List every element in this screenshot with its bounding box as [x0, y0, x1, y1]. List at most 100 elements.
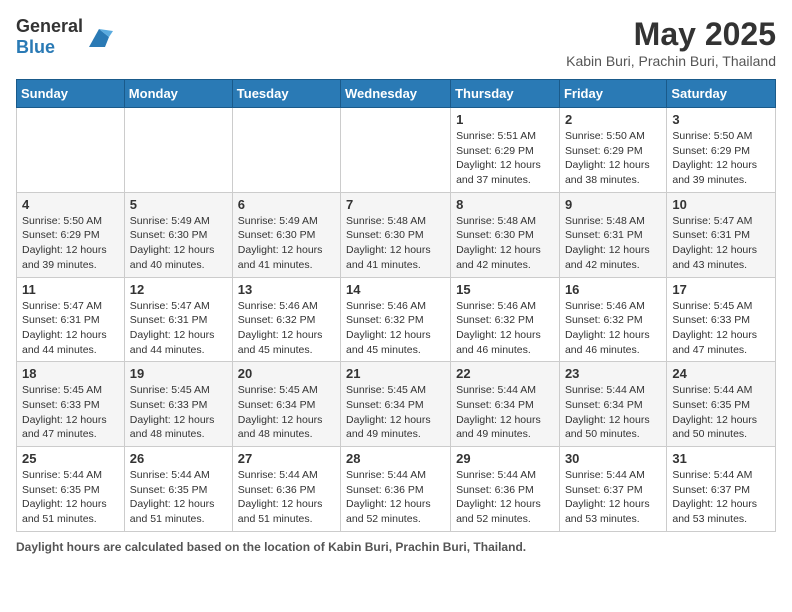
day-number: 18: [22, 366, 119, 381]
day-number: 11: [22, 282, 119, 297]
calendar-cell: 4 Sunrise: 5:50 AMSunset: 6:29 PMDaylight…: [17, 192, 125, 277]
day-info: Sunrise: 5:44 AMSunset: 6:36 PMDaylight:…: [346, 468, 445, 527]
day-number: 1: [456, 112, 554, 127]
day-number: 24: [672, 366, 770, 381]
day-number: 5: [130, 197, 227, 212]
day-info: Sunrise: 5:45 AMSunset: 6:33 PMDaylight:…: [672, 299, 770, 358]
calendar-cell: 24 Sunrise: 5:44 AMSunset: 6:35 PMDayligh…: [667, 362, 776, 447]
page-title: May 2025: [566, 16, 776, 53]
calendar-cell: 10 Sunrise: 5:47 AMSunset: 6:31 PMDayligh…: [667, 192, 776, 277]
calendar-header-row: SundayMondayTuesdayWednesdayThursdayFrid…: [17, 80, 776, 108]
day-info: Sunrise: 5:44 AMSunset: 6:37 PMDaylight:…: [672, 468, 770, 527]
calendar-cell: 20Sunrise: 5:45 AMSunset: 6:34 PMDayligh…: [232, 362, 340, 447]
col-header-saturday: Saturday: [667, 80, 776, 108]
day-info: Sunrise: 5:48 AMSunset: 6:30 PMDaylight:…: [456, 214, 554, 273]
day-info: Sunrise: 5:46 AMSunset: 6:32 PMDaylight:…: [238, 299, 335, 358]
day-number: 27: [238, 451, 335, 466]
calendar-cell: 3Sunrise: 5:50 AMSunset: 6:29 PMDaylight…: [667, 108, 776, 193]
day-info: Sunrise: 5:44 AMSunset: 6:35 PMDaylight:…: [22, 468, 119, 527]
day-number: 4: [22, 197, 119, 212]
calendar-cell: 19Sunrise: 5:45 AMSunset: 6:33 PMDayligh…: [124, 362, 232, 447]
day-info: Sunrise: 5:47 AMSunset: 6:31 PMDaylight:…: [130, 299, 227, 358]
day-info: Sunrise: 5:49 AMSunset: 6:30 PMDaylight:…: [130, 214, 227, 273]
day-info: Sunrise: 5:47 AMSunset: 6:31 PMDaylight:…: [672, 214, 770, 273]
logo: General Blue: [16, 16, 113, 58]
calendar-cell: 30 Sunrise: 5:44 AMSunset: 6:37 PMDayligh…: [559, 447, 666, 532]
day-number: 30: [565, 451, 661, 466]
calendar-cell: [17, 108, 125, 193]
calendar-cell: 29 Sunrise: 5:44 AMSunset: 6:36 PMDayligh…: [451, 447, 560, 532]
col-header-friday: Friday: [559, 80, 666, 108]
calendar-cell: 26Sunrise: 5:44 AMSunset: 6:35 PMDayligh…: [124, 447, 232, 532]
day-number: 22: [456, 366, 554, 381]
day-info: Sunrise: 5:46 AMSunset: 6:32 PMDaylight:…: [456, 299, 554, 358]
calendar-cell: 21 Sunrise: 5:45 AMSunset: 6:34 PMDayligh…: [341, 362, 451, 447]
day-number: 29: [456, 451, 554, 466]
day-number: 25: [22, 451, 119, 466]
day-number: 9: [565, 197, 661, 212]
calendar-cell: 17 Sunrise: 5:45 AMSunset: 6:33 PMDayligh…: [667, 277, 776, 362]
day-info: Sunrise: 5:44 AMSunset: 6:35 PMDaylight:…: [672, 383, 770, 442]
week-row-2: 4 Sunrise: 5:50 AMSunset: 6:29 PMDaylight…: [17, 192, 776, 277]
logo-blue-text: Blue: [16, 37, 55, 57]
day-number: 15: [456, 282, 554, 297]
calendar-cell: 15 Sunrise: 5:46 AMSunset: 6:32 PMDayligh…: [451, 277, 560, 362]
col-header-wednesday: Wednesday: [341, 80, 451, 108]
week-row-1: 1 Sunrise: 5:51 AMSunset: 6:29 PMDaylight…: [17, 108, 776, 193]
day-info: Sunrise: 5:47 AMSunset: 6:31 PMDaylight:…: [22, 299, 119, 358]
col-header-monday: Monday: [124, 80, 232, 108]
logo-icon: [85, 23, 113, 51]
day-info: Sunrise: 5:50 AMSunset: 6:29 PMDaylight:…: [22, 214, 119, 273]
calendar-cell: 12 Sunrise: 5:47 AMSunset: 6:31 PMDayligh…: [124, 277, 232, 362]
day-info: Sunrise: 5:44 AMSunset: 6:36 PMDaylight:…: [456, 468, 554, 527]
day-info: Sunrise: 5:51 AMSunset: 6:29 PMDaylight:…: [456, 129, 554, 188]
day-info: Sunrise: 5:44 AMSunset: 6:37 PMDaylight:…: [565, 468, 661, 527]
day-info: Sunrise: 5:49 AMSunset: 6:30 PMDaylight:…: [238, 214, 335, 273]
calendar-cell: 6 Sunrise: 5:49 AMSunset: 6:30 PMDaylight…: [232, 192, 340, 277]
calendar-cell: [341, 108, 451, 193]
day-number: 2: [565, 112, 661, 127]
day-number: 12: [130, 282, 227, 297]
col-header-tuesday: Tuesday: [232, 80, 340, 108]
day-info: Sunrise: 5:46 AMSunset: 6:32 PMDaylight:…: [565, 299, 661, 358]
calendar-cell: 9 Sunrise: 5:48 AMSunset: 6:31 PMDaylight…: [559, 192, 666, 277]
calendar-cell: 8Sunrise: 5:48 AMSunset: 6:30 PMDaylight…: [451, 192, 560, 277]
day-number: 3: [672, 112, 770, 127]
calendar-cell: 23 Sunrise: 5:44 AMSunset: 6:34 PMDayligh…: [559, 362, 666, 447]
calendar-cell: 13 Sunrise: 5:46 AMSunset: 6:32 PMDayligh…: [232, 277, 340, 362]
day-number: 6: [238, 197, 335, 212]
day-number: 17: [672, 282, 770, 297]
logo-general-text: General: [16, 16, 83, 36]
page-subtitle: Kabin Buri, Prachin Buri, Thailand: [566, 53, 776, 69]
col-header-sunday: Sunday: [17, 80, 125, 108]
week-row-5: 25 Sunrise: 5:44 AMSunset: 6:35 PMDayligh…: [17, 447, 776, 532]
calendar-cell: 16 Sunrise: 5:46 AMSunset: 6:32 PMDayligh…: [559, 277, 666, 362]
day-number: 26: [130, 451, 227, 466]
calendar-cell: [124, 108, 232, 193]
day-number: 10: [672, 197, 770, 212]
day-number: 21: [346, 366, 445, 381]
day-info: Sunrise: 5:48 AMSunset: 6:31 PMDaylight:…: [565, 214, 661, 273]
title-area: May 2025 Kabin Buri, Prachin Buri, Thail…: [566, 16, 776, 69]
calendar-cell: 28Sunrise: 5:44 AMSunset: 6:36 PMDayligh…: [341, 447, 451, 532]
day-info: Sunrise: 5:48 AMSunset: 6:30 PMDaylight:…: [346, 214, 445, 273]
day-number: 20: [238, 366, 335, 381]
day-info: Sunrise: 5:44 AMSunset: 6:34 PMDaylight:…: [565, 383, 661, 442]
day-info: Sunrise: 5:46 AMSunset: 6:32 PMDaylight:…: [346, 299, 445, 358]
day-number: 14: [346, 282, 445, 297]
calendar-cell: 5 Sunrise: 5:49 AMSunset: 6:30 PMDaylight…: [124, 192, 232, 277]
day-number: 31: [672, 451, 770, 466]
day-number: 16: [565, 282, 661, 297]
calendar-cell: 31 Sunrise: 5:44 AMSunset: 6:37 PMDayligh…: [667, 447, 776, 532]
day-info: Sunrise: 5:44 AMSunset: 6:36 PMDaylight:…: [238, 468, 335, 527]
day-number: 19: [130, 366, 227, 381]
calendar-cell: 14 Sunrise: 5:46 AMSunset: 6:32 PMDayligh…: [341, 277, 451, 362]
day-number: 13: [238, 282, 335, 297]
calendar-cell: 22Sunrise: 5:44 AMSunset: 6:34 PMDayligh…: [451, 362, 560, 447]
calendar-table: SundayMondayTuesdayWednesdayThursdayFrid…: [16, 79, 776, 532]
day-info: Sunrise: 5:45 AMSunset: 6:34 PMDaylight:…: [346, 383, 445, 442]
day-number: 7: [346, 197, 445, 212]
day-number: 23: [565, 366, 661, 381]
footer-description: are calculated based on the location of …: [103, 540, 526, 554]
day-info: Sunrise: 5:50 AMSunset: 6:29 PMDaylight:…: [565, 129, 661, 188]
